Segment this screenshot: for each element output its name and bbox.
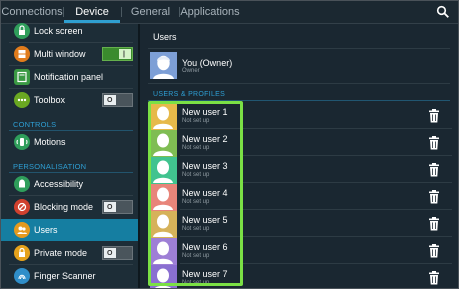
blocking-mode-icon bbox=[14, 199, 30, 215]
multi-window-icon bbox=[14, 46, 30, 62]
trash-icon[interactable] bbox=[428, 190, 440, 204]
trash-icon[interactable] bbox=[428, 163, 440, 177]
trash-icon[interactable] bbox=[428, 136, 440, 150]
sidebar-item-label: Accessibility bbox=[34, 179, 84, 189]
sidebar-item-notification-panel[interactable]: Notification panel bbox=[1, 66, 138, 88]
page-title: Users bbox=[153, 32, 177, 42]
sidebar-item-label: Lock screen bbox=[34, 26, 83, 36]
owner-row[interactable]: You (Owner) Owner bbox=[150, 52, 450, 81]
trash-icon[interactable] bbox=[428, 244, 440, 258]
private-mode-toggle[interactable]: O bbox=[102, 246, 133, 260]
lock-screen-icon bbox=[14, 23, 30, 39]
toolbox-icon bbox=[14, 92, 30, 108]
accessibility-icon bbox=[14, 176, 30, 192]
sidebar-item-accessibility[interactable]: Accessibility bbox=[1, 173, 138, 195]
controls-section-header: CONTROLS bbox=[13, 120, 57, 129]
settings-window: Connections Device General Applications … bbox=[0, 0, 459, 289]
sidebar-item-finger-scanner[interactable]: Finger Scanner bbox=[1, 265, 138, 287]
toggle-knob: O bbox=[104, 95, 116, 105]
multi-window-toggle[interactable]: | bbox=[102, 47, 133, 61]
sidebar-item-label: Private mode bbox=[34, 248, 88, 258]
highlight-box bbox=[148, 101, 243, 286]
trash-icon[interactable] bbox=[428, 271, 440, 285]
toggle-knob: O bbox=[104, 248, 116, 258]
toggle-knob: O bbox=[104, 202, 116, 212]
users-profiles-header: USERS & PROFILES bbox=[153, 91, 226, 98]
divider bbox=[148, 48, 450, 49]
sidebar-item-private-mode[interactable]: Private mode O bbox=[1, 242, 138, 264]
search-icon[interactable] bbox=[436, 5, 450, 19]
sidebar-item-toolbox[interactable]: Toolbox O bbox=[1, 89, 138, 111]
trash-icon[interactable] bbox=[428, 109, 440, 123]
motions-icon bbox=[14, 134, 30, 150]
private-mode-icon bbox=[14, 245, 30, 261]
tab-applications[interactable]: Applications bbox=[180, 1, 240, 23]
owner-avatar bbox=[150, 52, 177, 79]
blocking-mode-toggle[interactable]: O bbox=[102, 200, 133, 214]
trash-icon[interactable] bbox=[428, 217, 440, 231]
users-icon bbox=[14, 222, 30, 238]
personalisation-section-header: PERSONALISATION bbox=[13, 162, 87, 171]
sidebar-item-label: Toolbox bbox=[34, 95, 66, 105]
sidebar-item-users[interactable]: Users bbox=[1, 219, 138, 241]
owner-subtitle: Owner bbox=[182, 68, 200, 74]
sidebar-item-label: Blocking mode bbox=[34, 202, 94, 212]
sidebar-item-label: Users bbox=[34, 225, 58, 235]
sidebar-item-multi-window[interactable]: Multi window | bbox=[1, 43, 138, 65]
notification-panel-icon bbox=[14, 69, 30, 85]
toggle-knob: | bbox=[119, 49, 131, 59]
sidebar-item-lock-screen[interactable]: Lock screen bbox=[1, 20, 138, 42]
sidebar-item-label: Multi window bbox=[34, 49, 86, 59]
sidebar-item-label: Notification panel bbox=[34, 72, 104, 82]
finger-scanner-icon bbox=[14, 268, 30, 284]
toolbox-toggle[interactable]: O bbox=[102, 93, 133, 107]
sidebar-item-label: Finger Scanner bbox=[34, 271, 96, 281]
sidebar-item-motions[interactable]: Motions bbox=[1, 131, 138, 153]
sidebar-item-label: Motions bbox=[34, 137, 66, 147]
divider bbox=[148, 83, 450, 84]
owner-name: You (Owner) bbox=[182, 58, 233, 68]
sidebar-item-blocking-mode[interactable]: Blocking mode O bbox=[1, 196, 138, 218]
settings-sidebar: Lock screen Multi window | Notification … bbox=[1, 23, 138, 288]
